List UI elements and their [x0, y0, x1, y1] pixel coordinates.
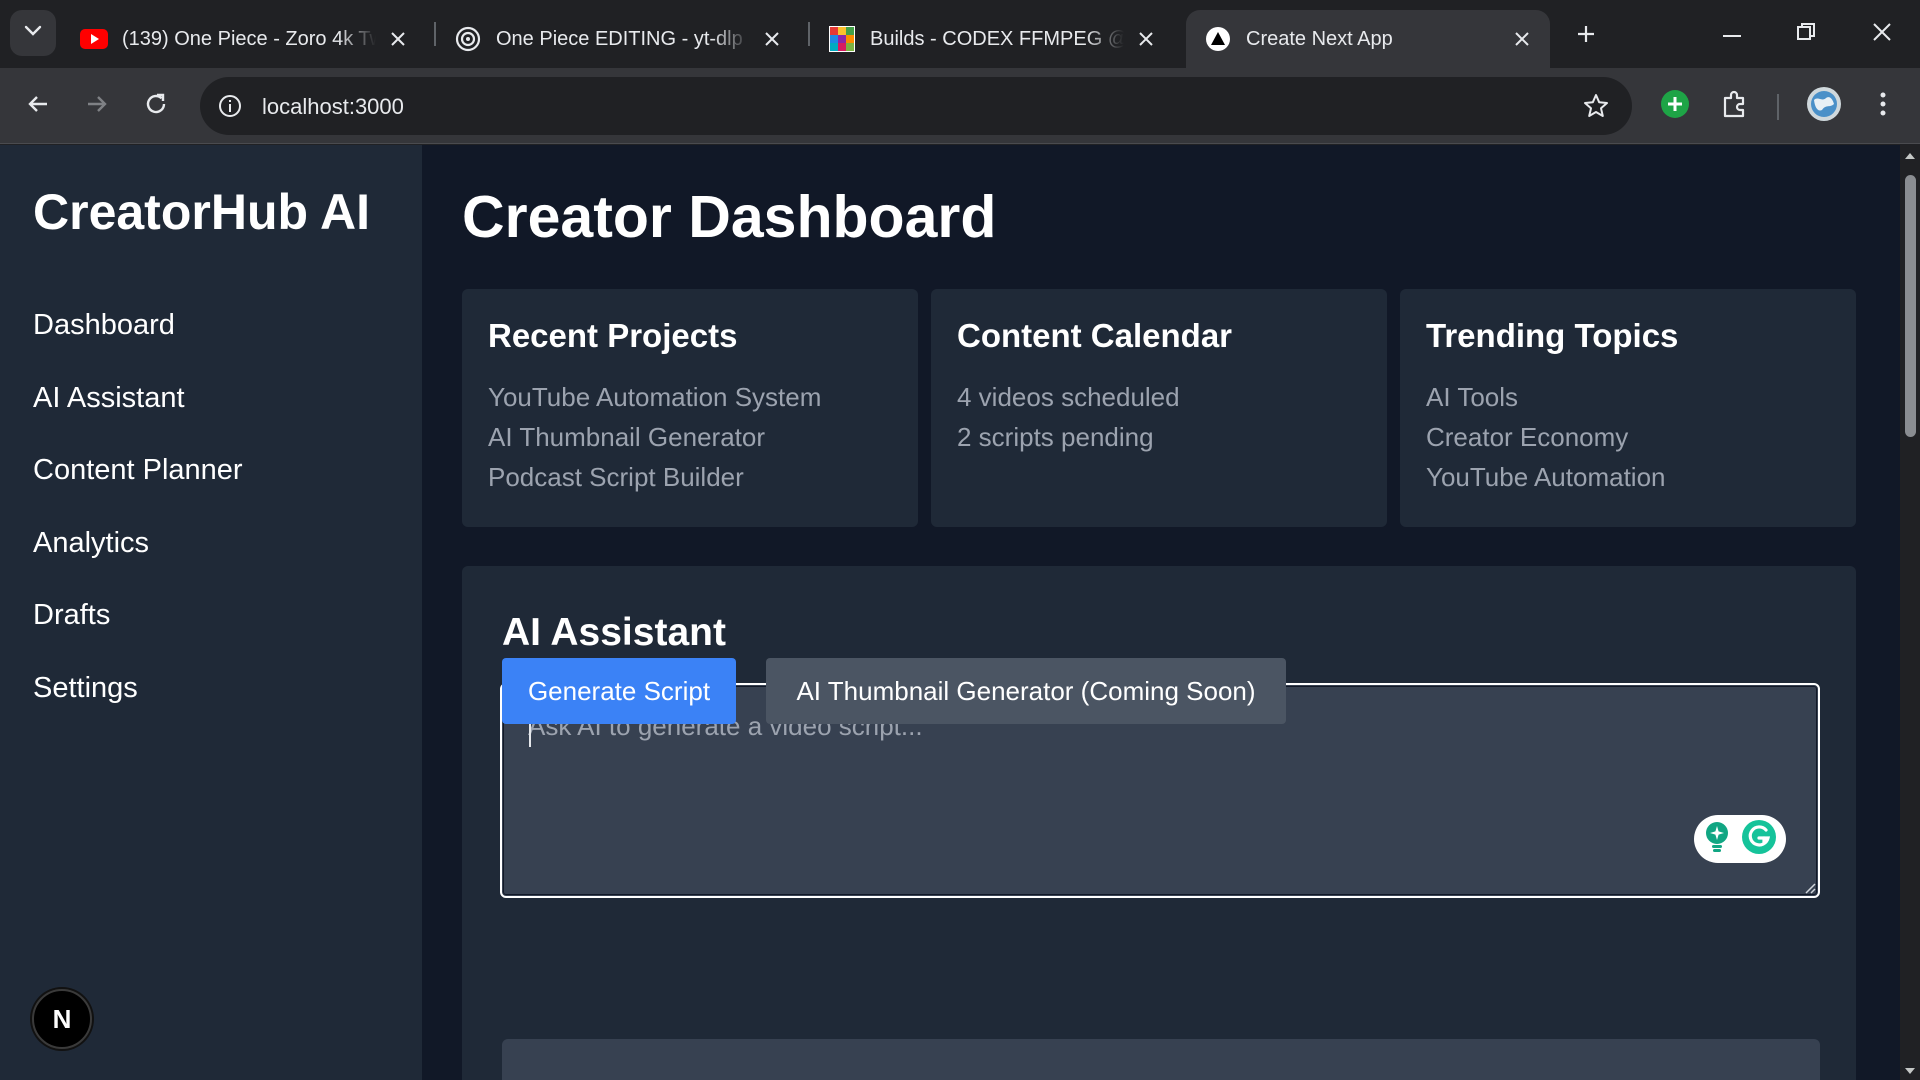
address-bar[interactable]: localhost:3000: [200, 77, 1632, 135]
sidebar-nav: Dashboard AI Assistant Content Planner A…: [33, 305, 243, 740]
browser-tab-strip: (139) One Piece - Zoro 4k Twi One Piece …: [0, 0, 1920, 68]
nextjs-logo-icon: N: [52, 1003, 72, 1034]
sidebar-item-content-planner[interactable]: Content Planner: [33, 450, 243, 523]
tab-search-button[interactable]: [10, 10, 56, 56]
star-icon[interactable]: [1580, 90, 1612, 122]
scroll-down-icon[interactable]: [1904, 1064, 1916, 1076]
trending-topics-card: Trending Topics AI Tools Creator Economy…: [1400, 289, 1856, 527]
youtube-icon: [80, 25, 108, 53]
close-window-button[interactable]: [1862, 14, 1902, 54]
avatar-icon: [1806, 86, 1842, 127]
nextjs-triangle-icon: [1204, 25, 1232, 53]
back-button[interactable]: [16, 84, 60, 128]
list-item: AI Tools: [1426, 382, 1519, 412]
minimize-icon: [1723, 25, 1741, 43]
sidebar: CreatorHub AI Dashboard AI Assistant Con…: [0, 145, 422, 1080]
grammarly-widget[interactable]: [1694, 815, 1786, 863]
tab-title: One Piece EDITING - yt-dlp ir: [496, 27, 750, 50]
browser-tab-builds[interactable]: Builds - CODEX FFMPEG @ gy: [810, 10, 1174, 68]
list-item: YouTube Automation System: [488, 382, 822, 412]
lightbulb-icon: [1703, 821, 1731, 858]
brand-title: CreatorHub AI: [33, 184, 371, 240]
tab-title: Create Next App: [1246, 27, 1393, 50]
grammarly-icon: [1741, 819, 1777, 860]
page-title: Creator Dashboard: [462, 184, 997, 250]
url-text: localhost:3000: [262, 94, 404, 119]
toolbar-divider: [1777, 94, 1779, 120]
chevron-down-icon: [24, 24, 42, 42]
content-calendar-card: Content Calendar 4 videos scheduled 2 sc…: [931, 289, 1387, 527]
nextjs-dev-badge[interactable]: N: [32, 989, 92, 1049]
close-icon[interactable]: [1132, 25, 1160, 53]
sidebar-item-dashboard[interactable]: Dashboard: [33, 305, 243, 378]
green-extension-button[interactable]: [1656, 87, 1694, 125]
ai-assistant-panel: AI Assistant: [462, 566, 1856, 1080]
browser-tab-youtube[interactable]: (139) One Piece - Zoro 4k Twi: [62, 10, 426, 68]
sidebar-item-drafts[interactable]: Drafts: [33, 595, 243, 668]
browser-tab-create-next-app[interactable]: Create Next App: [1186, 10, 1550, 68]
minimize-button[interactable]: [1712, 14, 1752, 54]
recent-projects-card: Recent Projects YouTube Automation Syste…: [462, 289, 918, 527]
extensions-button[interactable]: [1716, 87, 1754, 125]
reload-button[interactable]: [134, 84, 178, 128]
browser-tab-chatgpt[interactable]: One Piece EDITING - yt-dlp ir: [436, 10, 800, 68]
resize-handle-icon[interactable]: [1802, 880, 1816, 894]
restore-button[interactable]: [1786, 14, 1826, 54]
plus-icon: [1576, 24, 1596, 49]
sidebar-item-settings[interactable]: Settings: [33, 668, 243, 741]
sidebar-item-ai-assistant[interactable]: AI Assistant: [33, 378, 243, 451]
tab-title: Builds - CODEX FFMPEG @ gy: [870, 27, 1124, 50]
page-viewport: CreatorHub AI Dashboard AI Assistant Con…: [0, 145, 1900, 1080]
puzzle-icon: [1721, 90, 1749, 123]
colorful-grid-icon: [828, 25, 856, 53]
main-content: Creator Dashboard Recent Projects YouTub…: [462, 145, 1856, 1080]
card-title: Content Calendar: [957, 317, 1233, 354]
output-panel: [502, 1039, 1820, 1080]
close-icon[interactable]: [758, 25, 786, 53]
scrollbar-thumb[interactable]: [1905, 175, 1916, 437]
list-item: AI Thumbnail Generator: [488, 422, 765, 452]
list-item: 2 scripts pending: [957, 422, 1154, 452]
list-item: YouTube Automation: [1426, 462, 1666, 492]
menu-button[interactable]: [1864, 87, 1902, 125]
close-icon[interactable]: [1508, 25, 1536, 53]
plus-circle-icon: [1660, 89, 1690, 124]
card-title: Trending Topics: [1426, 317, 1679, 354]
arrow-right-icon: [86, 93, 108, 120]
section-title: AI Assistant: [502, 611, 726, 654]
scroll-up-icon[interactable]: [1904, 149, 1916, 161]
profile-button[interactable]: [1804, 86, 1844, 126]
card-title: Recent Projects: [488, 317, 738, 354]
close-icon: [1872, 22, 1892, 47]
browser-toolbar: localhost:3000: [0, 68, 1920, 144]
page-scrollbar[interactable]: [1900, 145, 1920, 1080]
restore-icon: [1797, 22, 1815, 46]
list-item: Podcast Script Builder: [488, 462, 744, 492]
new-tab-button[interactable]: [1568, 18, 1604, 54]
forward-button[interactable]: [75, 84, 119, 128]
close-icon[interactable]: [384, 25, 412, 53]
thumbnail-generator-button[interactable]: AI Thumbnail Generator (Coming Soon): [766, 658, 1286, 724]
kebab-menu-icon: [1880, 92, 1886, 121]
list-item: Creator Economy: [1426, 422, 1629, 452]
sidebar-item-analytics[interactable]: Analytics: [33, 523, 243, 596]
info-icon[interactable]: [214, 90, 246, 122]
reload-icon: [144, 92, 168, 121]
tab-title: (139) One Piece - Zoro 4k Twi: [122, 27, 376, 50]
generate-script-button[interactable]: Generate Script: [502, 658, 736, 724]
chatgpt-icon: [454, 25, 482, 53]
list-item: 4 videos scheduled: [957, 382, 1180, 412]
arrow-left-icon: [27, 93, 49, 120]
